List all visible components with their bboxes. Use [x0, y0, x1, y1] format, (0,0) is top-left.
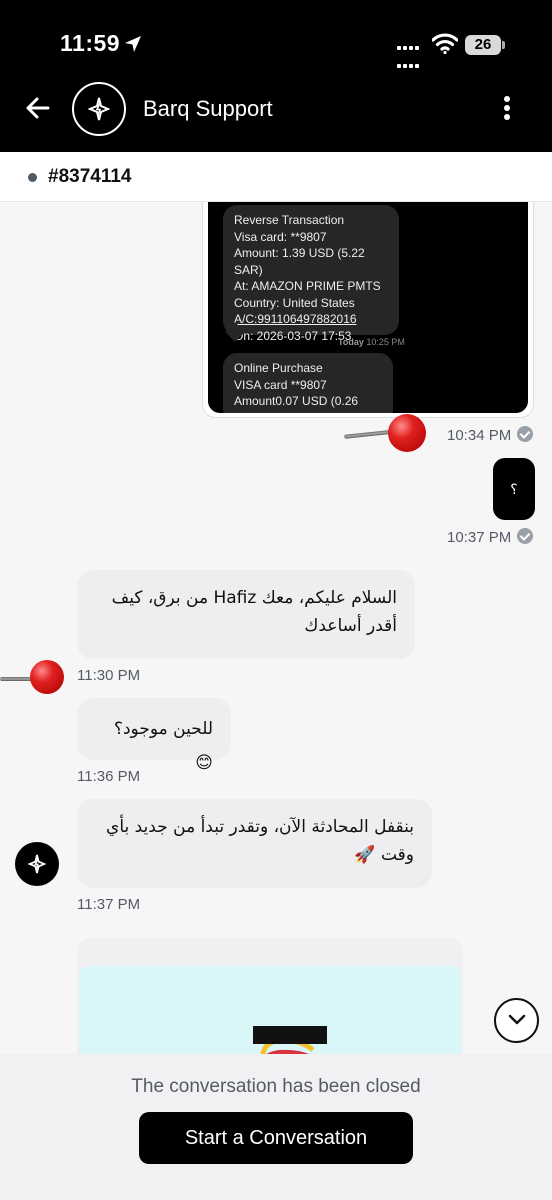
message-meta: 10:37 PM: [447, 528, 534, 546]
location-arrow-icon: [125, 36, 141, 52]
pin-marker: [343, 414, 428, 454]
outgoing-message[interactable]: ؟: [493, 458, 535, 520]
read-check-icon: [517, 426, 534, 442]
message-card[interactable]: [77, 938, 463, 1054]
message-time: 11:30 PM: [77, 667, 141, 684]
sms-line: Country: United States: [234, 295, 355, 310]
chat-thread[interactable]: Reverse Transaction Visa card: **9807 Am…: [0, 202, 552, 1054]
ticket-status-dot: [28, 173, 37, 182]
incoming-message[interactable]: للحين موجود؟ 😊: [77, 698, 231, 773]
battery-indicator: 26: [465, 35, 501, 55]
sms-line: Reverse Transaction: [234, 213, 345, 227]
sms-line: Amount0.07 USD (0.26 SAR): [234, 394, 359, 413]
sms-message: Online Purchase VISA card **9807 Amount0…: [223, 353, 393, 413]
sms-line: Visa card: **9807: [234, 229, 327, 244]
barq-logo-icon: [88, 97, 110, 121]
more-vertical-icon[interactable]: [502, 96, 512, 124]
sms-message: Reverse Transaction Visa card: **9807 Am…: [223, 205, 399, 343]
scroll-down-button[interactable]: [494, 998, 539, 1043]
sms-line: A/C:991106497882016: [234, 312, 357, 326]
signal-icon: [396, 38, 420, 74]
wifi-icon: [432, 33, 458, 55]
sms-line: Online Purchase: [234, 361, 323, 375]
battery-nub: [502, 41, 505, 49]
chat-title: Barq Support: [143, 96, 273, 121]
screenshot-image: Reverse Transaction Visa card: **9807 Am…: [208, 202, 528, 413]
incoming-message[interactable]: بنقفل المحادثة الآن، وتقدر تبدأ من جديد …: [77, 799, 432, 888]
sms-line: At: AMAZON PRIME PMTS: [234, 279, 381, 293]
card-image: [79, 966, 461, 1054]
message-time: 11:36 PM: [77, 768, 141, 785]
sms-time-day: Today: [338, 337, 364, 347]
arrow-left-icon[interactable]: [24, 92, 52, 124]
status-time: 11:59: [60, 30, 121, 56]
screenshot-attachment[interactable]: Reverse Transaction Visa card: **9807 Am…: [202, 202, 534, 418]
agent-avatar: [15, 842, 59, 886]
support-avatar: [72, 82, 126, 136]
read-check-icon: [517, 528, 534, 544]
ticket-id: #8374114: [48, 166, 132, 187]
message-meta: 10:34 PM: [447, 426, 534, 444]
ticket-bar: #8374114: [0, 152, 552, 202]
app-header: 11:59 26 Barq Support: [0, 0, 552, 152]
incoming-message[interactable]: السلام عليكم، معك Hafiz من برق، كيف أقدر…: [77, 570, 415, 659]
start-conversation-button[interactable]: Start a Conversation: [139, 1112, 413, 1164]
barq-logo-icon: [28, 854, 46, 874]
message-time: 10:37 PM: [447, 529, 512, 546]
message-time: 10:34 PM: [447, 427, 512, 444]
sms-timestamp: Today 10:25 PM: [338, 337, 405, 347]
conversation-closed-text: The conversation has been closed: [131, 1076, 421, 1097]
chat-footer: The conversation has been closed Start a…: [0, 1054, 552, 1200]
chevron-down-icon: [508, 1014, 526, 1025]
message-time: 11:37 PM: [77, 896, 141, 913]
sms-time: 10:25 PM: [366, 337, 405, 347]
illustration-figure: [253, 1026, 327, 1054]
sms-line: VISA card **9807: [234, 377, 327, 392]
pin-marker: [0, 660, 64, 696]
sms-line: Amount: 1.39 USD (5.22 SAR): [234, 246, 365, 277]
